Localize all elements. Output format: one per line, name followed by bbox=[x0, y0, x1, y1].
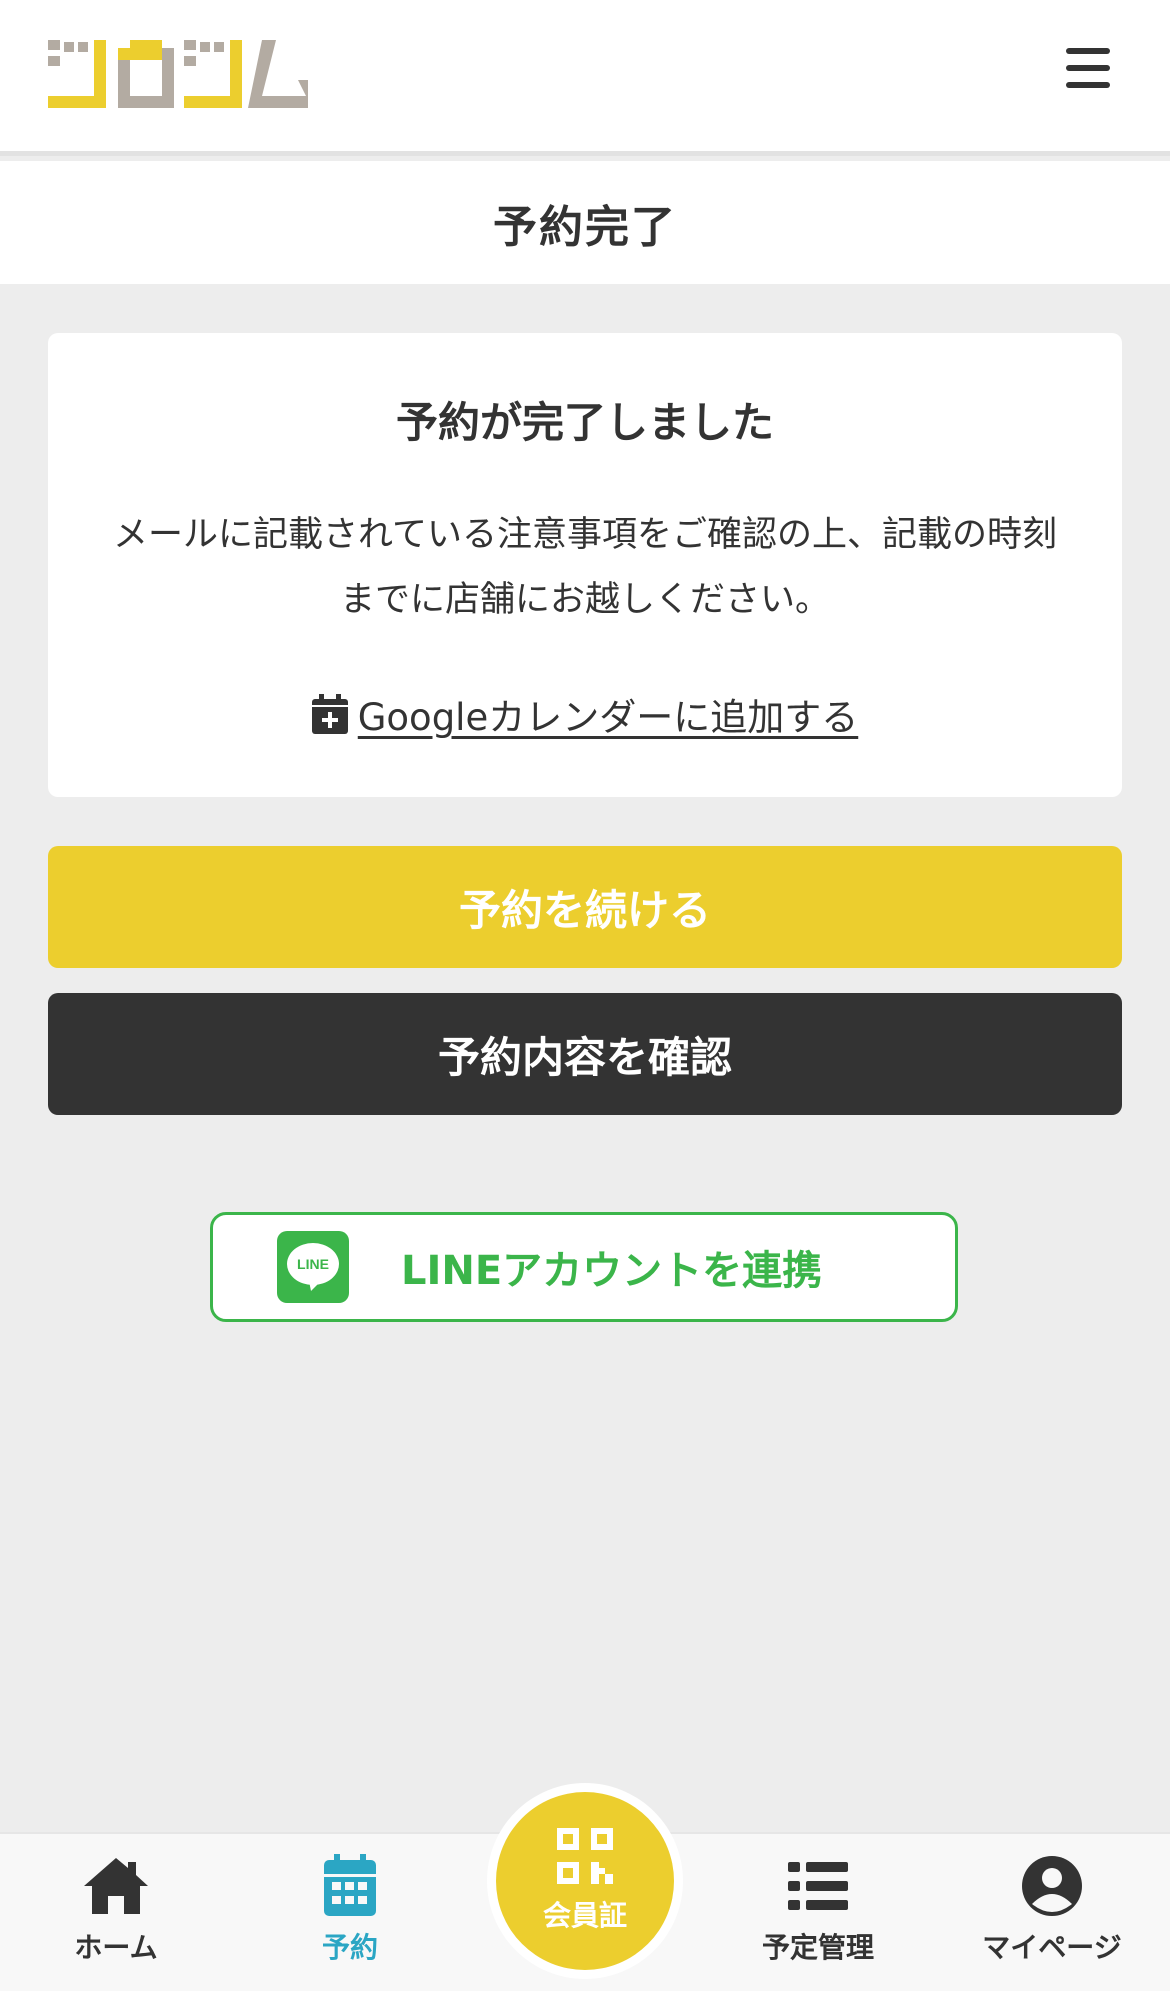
page-title-bar: 予約完了 bbox=[0, 161, 1170, 284]
page-title: 予約完了 bbox=[493, 201, 677, 253]
qr-code-icon bbox=[557, 1828, 613, 1884]
home-icon bbox=[84, 1858, 148, 1914]
nav-reserve-label: 予約 bbox=[321, 1931, 378, 1964]
line-link-label[interactable]: LINEアカウントを連携 bbox=[401, 1238, 822, 1296]
line-icon: LINE bbox=[277, 1231, 349, 1303]
confirm-reservation-button[interactable]: 予約内容を確認 bbox=[48, 993, 1122, 1115]
google-calendar-link[interactable]: Googleカレンダーに追加する bbox=[48, 687, 1122, 741]
nav-mypage[interactable]: マイページ bbox=[962, 1854, 1142, 1974]
line-link-button[interactable]: LINE LINEアカウントを連携 bbox=[210, 1212, 958, 1322]
nav-member-card[interactable]: 会員証 bbox=[496, 1792, 674, 1970]
calendar-icon bbox=[324, 1854, 376, 1916]
jirogym-logo[interactable] bbox=[48, 40, 308, 108]
nav-home-label: ホーム bbox=[74, 1931, 158, 1964]
nav-schedule[interactable]: 予定管理 bbox=[728, 1854, 908, 1974]
nav-home[interactable]: ホーム bbox=[26, 1854, 206, 1974]
calendar-plus-icon bbox=[311, 694, 348, 734]
continue-reservation-button[interactable]: 予約を続ける bbox=[48, 846, 1122, 968]
nav-member-card-label: 会員証 bbox=[542, 1899, 627, 1932]
user-circle-icon bbox=[1022, 1856, 1082, 1916]
list-icon bbox=[788, 1862, 848, 1910]
nav-schedule-label: 予定管理 bbox=[761, 1931, 874, 1964]
svg-text:LINE: LINE bbox=[297, 1256, 329, 1272]
card-heading: 予約が完了しました bbox=[395, 398, 774, 447]
app-header bbox=[0, 0, 1170, 156]
nav-mypage-label: マイページ bbox=[982, 1931, 1122, 1964]
nav-reserve[interactable]: 予約 bbox=[260, 1854, 440, 1974]
google-calendar-link-label[interactable]: Googleカレンダーに追加する bbox=[358, 687, 858, 741]
reservation-complete-card: 予約が完了しました メールに記載されている注意事項をご確認の上、記載の時刻までに… bbox=[48, 333, 1122, 797]
nav-member-card-wrap: 会員証 bbox=[487, 1783, 683, 1979]
card-message: メールに記載されている注意事項をご確認の上、記載の時刻までに店舗にお越しください… bbox=[113, 515, 1057, 620]
hamburger-menu-icon[interactable] bbox=[1066, 48, 1110, 88]
